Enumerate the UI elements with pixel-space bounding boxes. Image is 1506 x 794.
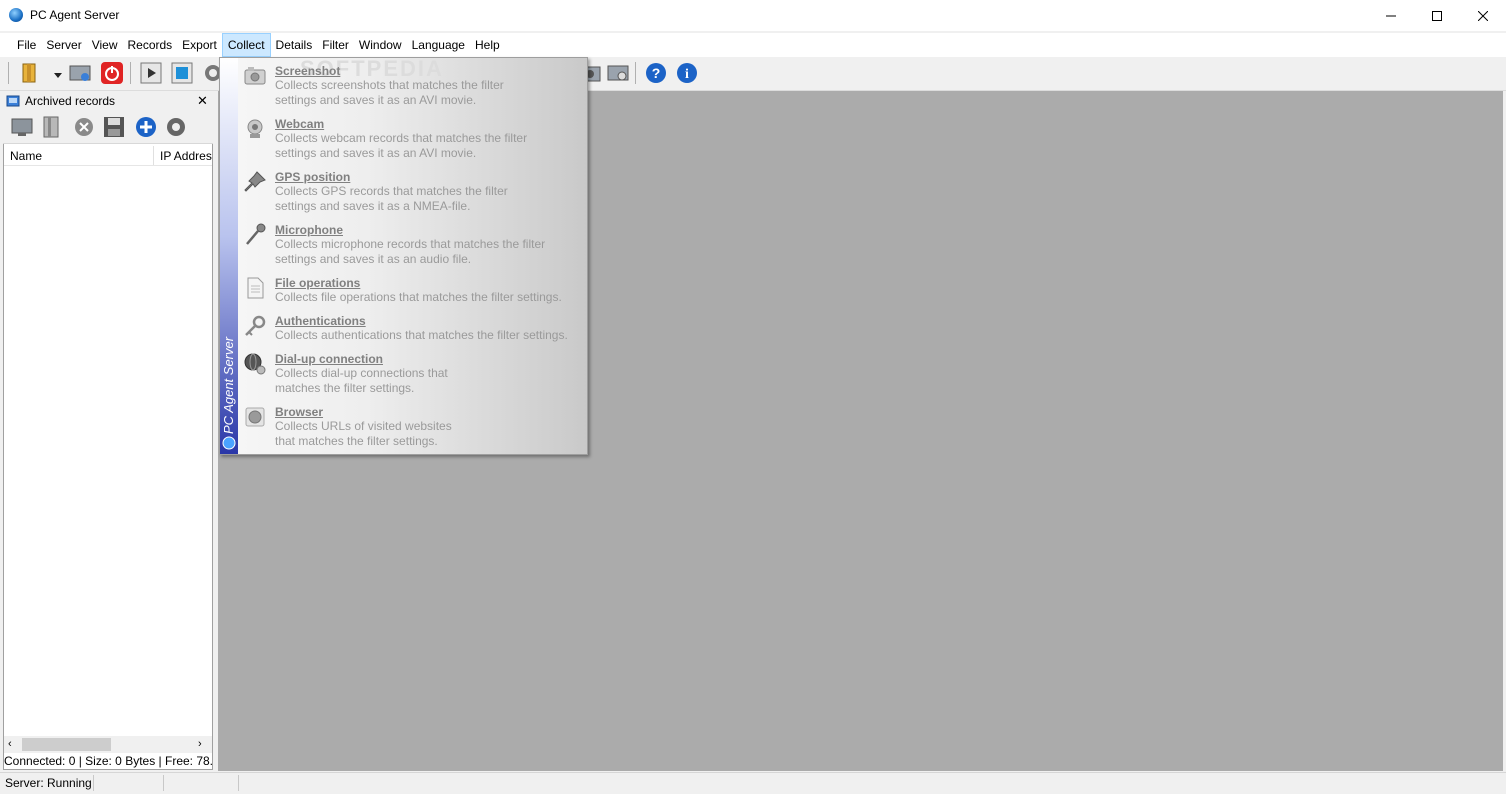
key-icon (243, 314, 267, 338)
collect-authentications-item[interactable]: Authentications (275, 314, 366, 328)
status-separator (93, 775, 94, 791)
collect-dial-up-connection-item[interactable]: Dial-up connection (275, 352, 383, 366)
save-icon (104, 117, 124, 137)
monitor-icon (607, 65, 629, 81)
menu-details[interactable]: Details (271, 33, 318, 57)
minimize-icon (1386, 15, 1396, 16)
collect-microphone-item[interactable]: Microphone (275, 223, 343, 237)
browser-icon (243, 405, 267, 429)
collect-file-operations-item[interactable]: File operations (275, 276, 360, 290)
document-icon (243, 276, 267, 300)
menu-collect[interactable]: Collect (221, 33, 271, 57)
app-globe-icon (9, 8, 23, 22)
delete-icon (75, 118, 93, 136)
server-status: Server: Running (5, 776, 92, 790)
collect-screenshot-item[interactable]: Screenshot (275, 64, 340, 78)
menu-item-description: Collects screenshots that matches the fi… (275, 78, 504, 107)
toolbar-grip (8, 62, 9, 84)
panel-title: Archived records (25, 94, 116, 108)
globe-phone-icon (243, 352, 267, 376)
panel-monitor-button[interactable] (10, 115, 34, 139)
panel-book-button[interactable] (40, 115, 64, 139)
status-bar (0, 772, 1506, 794)
menu-export[interactable]: Export (177, 33, 222, 57)
column-divider[interactable] (153, 146, 154, 165)
play-button[interactable] (139, 61, 163, 85)
window-icon (171, 62, 193, 84)
menu-window[interactable]: Window (354, 33, 407, 57)
scroll-right-icon[interactable]: › (198, 738, 202, 750)
folder-book-icon (22, 63, 36, 83)
window-button[interactable] (170, 61, 194, 85)
menu-view[interactable]: View (87, 33, 123, 57)
webcam-icon (243, 117, 267, 141)
gear-icon (167, 118, 185, 136)
monitor-icon (69, 65, 91, 81)
menu-file[interactable]: File (12, 33, 41, 57)
menu-server[interactable]: Server (41, 33, 86, 57)
info-icon: i (677, 63, 697, 83)
panel-settings-button[interactable] (164, 115, 188, 139)
panel-close-icon[interactable]: ✕ (197, 93, 208, 109)
archive-icon (6, 94, 21, 111)
menu-language[interactable]: Language (407, 33, 470, 57)
open-archive-button[interactable] (20, 61, 44, 85)
menu-filter[interactable]: Filter (317, 33, 354, 57)
scrollbar-thumb[interactable] (22, 738, 111, 751)
menu-records[interactable]: Records (122, 33, 177, 57)
panel-add-button[interactable] (134, 115, 158, 139)
svg-text:i: i (685, 67, 689, 82)
server-connect-button[interactable] (68, 61, 92, 85)
status-separator (238, 775, 239, 791)
about-button[interactable]: i (675, 61, 699, 85)
collect-browser-item[interactable]: Browser (275, 405, 323, 419)
play-icon (140, 62, 162, 84)
add-icon (136, 117, 156, 137)
toolbar-separator (130, 62, 131, 84)
help-icon: ? (646, 63, 666, 83)
panel-delete-button[interactable] (72, 115, 96, 139)
camera-icon (243, 64, 267, 88)
collect-gps-position-item[interactable]: GPS position (275, 170, 350, 184)
menu-item-description: Collects microphone records that matches… (275, 237, 546, 266)
window-title: PC Agent Server (30, 8, 120, 22)
menu-item-description: Collects file operations that matches th… (275, 290, 562, 304)
status-separator (163, 775, 164, 791)
menu-help[interactable]: Help (470, 33, 505, 57)
svg-text:?: ? (652, 65, 661, 81)
collect-webcam-item[interactable]: Webcam (275, 117, 324, 131)
help-button[interactable]: ? (644, 61, 668, 85)
panel-save-button[interactable] (102, 115, 126, 139)
minimize-button[interactable] (1368, 0, 1414, 31)
close-icon (1478, 10, 1488, 21)
menu-item-description: Collects URLs of visited websites that ma… (275, 419, 452, 448)
menu-side-label: PC Agent Server (220, 58, 238, 438)
book-icon (43, 116, 59, 138)
column-header-ip-address[interactable]: IP Address (160, 149, 212, 163)
side-label-text: PC Agent Server (221, 336, 236, 434)
menu-item-description: Collects GPS records that matches the fi… (275, 184, 508, 213)
maximize-icon (1432, 10, 1442, 21)
menu-bar: File Server View Records Export Collect … (0, 33, 1506, 57)
microphone-icon (243, 223, 267, 247)
column-header-name[interactable]: Name (10, 149, 42, 163)
panel-status-text: Connected: 0 | Size: 0 Bytes | Free: 78.… (4, 754, 212, 768)
title-bar (0, 0, 1506, 31)
record-monitor-button[interactable] (606, 61, 630, 85)
menu-item-description: Collects dial-up connections that matches… (275, 366, 448, 395)
power-button[interactable] (100, 61, 124, 85)
maximize-button[interactable] (1414, 0, 1460, 31)
menu-item-description: Collects authentications that matches th… (275, 328, 568, 342)
power-icon (101, 62, 123, 84)
dropdown-arrow-icon[interactable] (54, 68, 62, 82)
monitor-icon (11, 118, 33, 136)
menu-item-description: Collects webcam records that matches the… (275, 131, 528, 160)
toolbar-separator (635, 62, 636, 84)
archived-records-panel (3, 92, 213, 770)
side-globe-icon (222, 436, 236, 453)
close-button[interactable] (1460, 0, 1506, 31)
pushpin-icon (243, 170, 267, 194)
scroll-left-icon[interactable]: ‹ (8, 738, 12, 750)
